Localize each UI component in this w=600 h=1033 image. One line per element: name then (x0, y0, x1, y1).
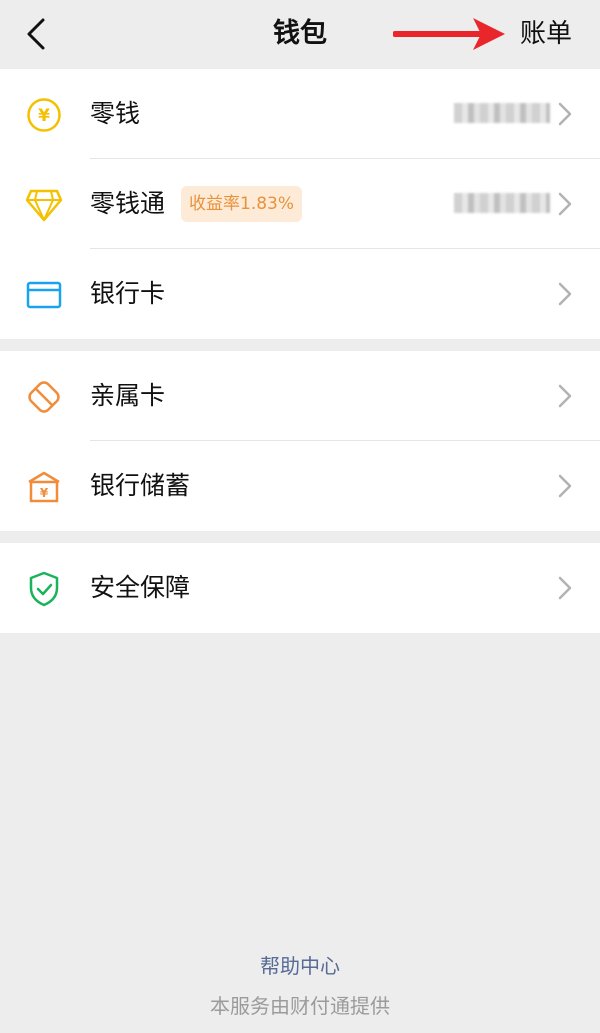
family-card-icon (22, 375, 66, 419)
chevron-right-icon (558, 474, 572, 498)
row-label: 亲属卡 (90, 381, 166, 410)
card-icon (22, 273, 66, 317)
row-label: 零钱通 (90, 189, 166, 218)
back-button[interactable] (16, 14, 56, 54)
row-family-card[interactable]: 亲属卡 (0, 351, 600, 441)
row-bank-savings[interactable]: ¥ 银行储蓄 (0, 441, 600, 531)
bank-savings-icon: ¥ (22, 465, 66, 509)
row-label: 银行卡 (90, 279, 166, 308)
yuan-coin-icon: ¥ (22, 93, 66, 137)
annotation-arrow-icon (393, 18, 505, 50)
row-label: 银行储蓄 (90, 471, 191, 500)
chevron-left-icon (27, 18, 45, 50)
chevron-right-icon (558, 192, 572, 216)
masked-balance (454, 193, 550, 213)
shield-check-icon (22, 567, 66, 611)
chevron-right-icon (558, 282, 572, 306)
page-title: 钱包 (273, 18, 327, 49)
row-label: 安全保障 (90, 573, 191, 602)
chevron-right-icon (558, 384, 572, 408)
masked-balance (454, 103, 550, 123)
provider-note: 本服务由财付通提供 (210, 994, 390, 1018)
row-label: 零钱 (90, 99, 141, 128)
svg-text:¥: ¥ (38, 106, 50, 126)
row-security[interactable]: 安全保障 (0, 543, 600, 633)
row-change[interactable]: ¥ 零钱 (0, 69, 600, 159)
chevron-right-icon (558, 102, 572, 126)
wallet-group-3: 安全保障 (0, 543, 600, 633)
bill-button[interactable]: 账单 (520, 0, 572, 68)
top-nav-bar: 钱包 账单 (0, 0, 600, 68)
svg-text:¥: ¥ (40, 486, 49, 500)
row-bank-card[interactable]: 银行卡 (0, 249, 600, 339)
yield-badge: 收益率1.83% (181, 186, 303, 222)
chevron-right-icon (558, 576, 572, 600)
help-center-link[interactable]: 帮助中心 (0, 950, 600, 979)
wallet-group-2: 亲属卡 ¥ 银行储蓄 (0, 351, 600, 531)
diamond-icon (22, 183, 66, 227)
